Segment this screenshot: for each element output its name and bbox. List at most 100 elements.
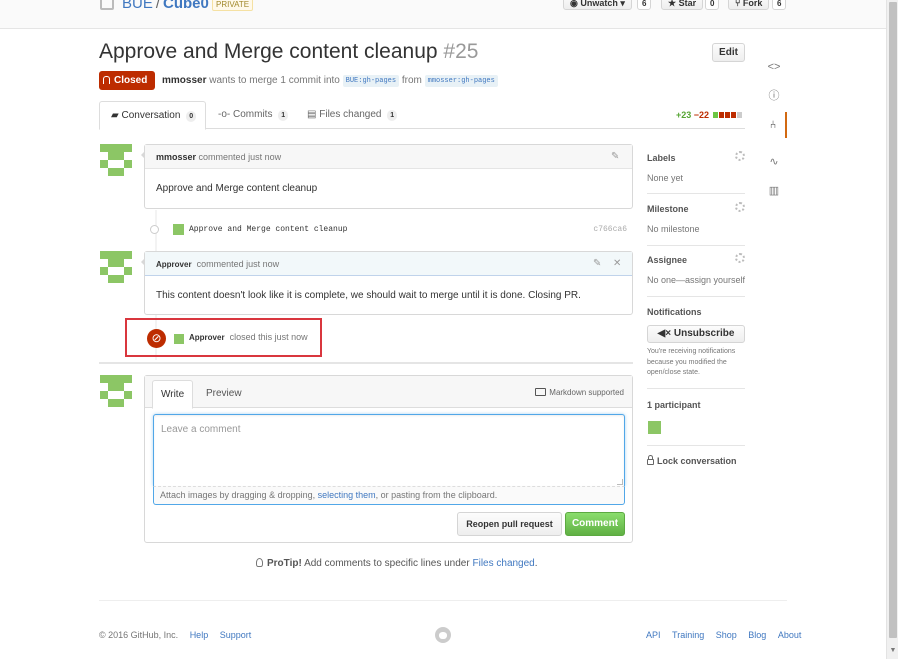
protip: ProTip! Add comments to specific lines u… [256, 558, 538, 569]
fork-button[interactable]: ⑂ Fork [728, 0, 770, 10]
files-changed-link[interactable]: Files changed [472, 558, 534, 569]
assignee-heading: Assignee [647, 253, 745, 265]
lock-conversation-link[interactable]: Lock conversation [647, 455, 737, 466]
comment-body: This content doesn't look like it is com… [156, 290, 581, 301]
tab-write[interactable]: Write [152, 380, 194, 409]
pr-author-link[interactable]: mmosser [162, 75, 206, 86]
code-icon[interactable]: <> [761, 54, 787, 80]
conversation-icon: ▰ [111, 110, 119, 121]
comment: Approver commented just now ✎ ✕ This con… [141, 251, 633, 315]
forks-count[interactable]: 6 [772, 0, 787, 10]
diffstat-block-added [712, 112, 718, 118]
new-comment-form: Write Preview Markdown supported Leave a… [144, 375, 633, 543]
unwatch-button[interactable]: ◉ Unwatch ▾ [563, 0, 632, 10]
gear-icon[interactable] [735, 151, 745, 161]
vertical-scrollbar[interactable]: ▼ [886, 0, 898, 659]
tab-label: Files changed [319, 109, 382, 120]
resize-handle[interactable] [617, 479, 623, 485]
comment-author-link[interactable]: Approver [156, 260, 192, 269]
pulse-icon[interactable]: ∿ [761, 149, 787, 175]
comment-textarea[interactable]: Leave a comment [153, 414, 625, 486]
repo-header: BUE / Cube0 PRIVATE ◉ Unwatch ▾ 6 ★ Star 0… [0, 0, 886, 29]
footer-link-help[interactable]: Help [190, 630, 209, 640]
tab-count: 1 [278, 110, 289, 121]
tab-commits[interactable]: -o- Commits 1 [218, 101, 289, 129]
comment-timestamp[interactable]: commented just now [199, 152, 282, 162]
gear-icon[interactable] [735, 253, 745, 263]
scroll-down-arrow-icon[interactable]: ▼ [888, 647, 898, 657]
gear-icon[interactable] [735, 202, 745, 212]
scrollbar-thumb[interactable] [889, 2, 897, 638]
markdown-supported-link[interactable]: Markdown supported [535, 388, 624, 397]
attach-images-bar[interactable]: Attach images by dragging & dropping, se… [153, 486, 625, 505]
base-branch[interactable]: BUE:gh-pages [342, 75, 400, 87]
avatar[interactable] [100, 144, 132, 176]
github-logo-icon[interactable] [435, 627, 451, 643]
edit-title-button[interactable]: Edit [712, 43, 745, 62]
markdown-label: Markdown supported [549, 388, 624, 397]
comment-button[interactable]: Comment [565, 512, 625, 536]
avatar[interactable] [100, 375, 132, 407]
star-icon: ★ [668, 0, 679, 8]
diffstat-block-neutral [736, 112, 742, 118]
pencil-icon[interactable]: ✎ [611, 145, 619, 169]
head-branch[interactable]: mmosser:gh-pages [424, 75, 498, 87]
issues-icon[interactable]: ⓘ [761, 83, 787, 109]
graphs-icon[interactable]: ▥ [761, 178, 787, 204]
protip-text: Add comments to specific lines under [304, 558, 470, 569]
avatar[interactable] [174, 334, 184, 344]
stars-count[interactable]: 0 [705, 0, 720, 10]
footer-link-blog[interactable]: Blog [748, 630, 766, 640]
sidebar-divider [647, 445, 745, 446]
select-files-link[interactable]: selecting them [318, 490, 376, 500]
comment-placeholder: Leave a comment [161, 424, 241, 435]
comment-timestamp[interactable]: commented just now [197, 259, 280, 269]
repo-name-link[interactable]: Cube0 [163, 0, 209, 12]
protip-label: ProTip! [267, 558, 302, 569]
pull-requests-icon[interactable]: ⑃ [761, 112, 787, 138]
tab-files-changed[interactable]: ▤ Files changed 1 [307, 101, 398, 129]
avatar[interactable] [173, 224, 184, 235]
diffstat-block-deleted [724, 112, 730, 118]
close-icon[interactable]: ✕ [613, 252, 621, 276]
repo-separator: / [155, 0, 161, 12]
reopen-pull-request-button[interactable]: Reopen pull request [457, 512, 562, 536]
avatar[interactable] [100, 251, 132, 283]
sidebar-labels: Labels None yet [647, 151, 745, 183]
footer-link-support[interactable]: Support [220, 630, 252, 640]
footer-link-shop[interactable]: Shop [716, 630, 737, 640]
commit-sha-link[interactable]: c766ca6 [593, 225, 627, 234]
star-button[interactable]: ★ Star [661, 0, 704, 10]
tab-preview[interactable]: Preview [198, 380, 250, 408]
diffstat-block-deleted [730, 112, 736, 118]
circle-slash-icon: ⊘ [147, 329, 166, 348]
watchers-count[interactable]: 6 [637, 0, 652, 10]
closed-event: ⊘ Approver closed this just now [125, 318, 322, 357]
tab-conversation[interactable]: ▰ Conversation 0 [99, 101, 206, 130]
state-badge: Closed [99, 71, 155, 90]
footer-link-training[interactable]: Training [672, 630, 704, 640]
comment-header: Approver commented just now ✎ ✕ [145, 252, 632, 276]
sidebar-participants: 1 participant [647, 400, 745, 410]
pull-request-closed-icon [103, 76, 110, 84]
deletions-count: −22 [693, 110, 710, 120]
eye-icon: ◉ [570, 0, 581, 8]
footer-link-about[interactable]: About [778, 630, 802, 640]
event-actor-link[interactable]: Approver [189, 333, 225, 342]
commit-event: Approve and Merge content cleanup c766ca… [150, 222, 633, 236]
unsubscribe-button[interactable]: ◀× Unsubscribe [647, 325, 745, 343]
repo-owner-link[interactable]: BUE [122, 0, 153, 12]
commit-message-link[interactable]: Approve and Merge content cleanup [189, 225, 347, 234]
pencil-icon[interactable]: ✎ [593, 252, 601, 276]
state-label: Closed [114, 75, 148, 86]
pr-meta: mmosser wants to merge 1 commit into BUE… [162, 75, 498, 87]
diffstat-block-deleted [718, 112, 724, 118]
footer-link-api[interactable]: API [646, 630, 661, 640]
assign-yourself-link[interactable]: No one—assign yourself [647, 275, 745, 285]
closed-event-text: Approver closed this just now [189, 332, 308, 342]
comment-author-link[interactable]: mmosser [156, 152, 196, 162]
participant-avatar[interactable] [648, 421, 661, 434]
star-label: Star [678, 0, 697, 8]
diffstat[interactable]: +23 −22 [676, 110, 742, 120]
event-description[interactable]: closed this just now [230, 332, 308, 342]
